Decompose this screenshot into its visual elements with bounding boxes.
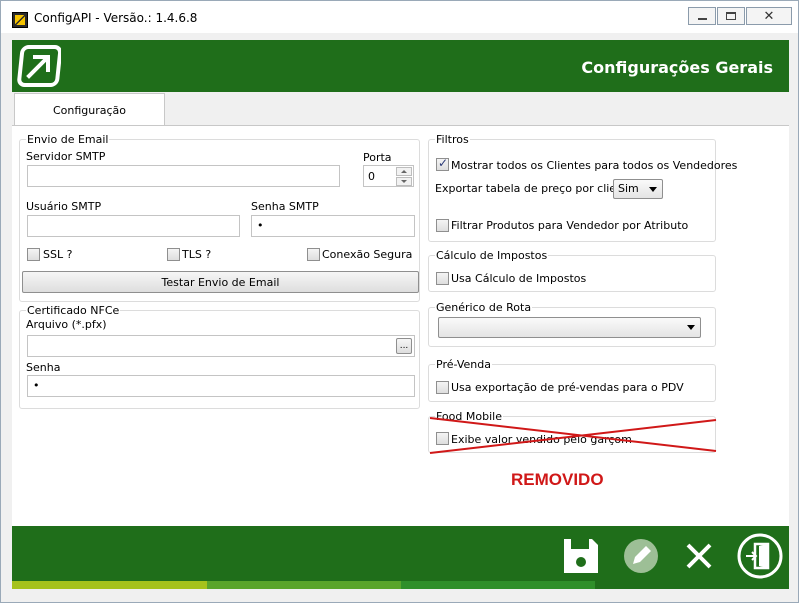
port-label: Porta	[363, 151, 392, 164]
edit-icon[interactable]	[618, 533, 664, 579]
removed-annotation: REMOVIDO	[511, 470, 604, 489]
close-icon: ✕	[763, 8, 775, 24]
ssl-checkbox[interactable]	[27, 248, 40, 261]
filter-products-label: Filtrar Produtos para Vendedor por Atrib…	[451, 219, 689, 232]
removed-cross-mark	[429, 417, 717, 454]
certificate-file-input[interactable]	[27, 335, 415, 357]
certificate-password-input[interactable]: •	[27, 375, 415, 397]
taxes-group-title: Cálculo de Impostos	[435, 249, 549, 262]
close-x-icon[interactable]	[676, 533, 722, 579]
certificate-file-label: Arquivo (*.pfx)	[26, 318, 107, 331]
presale-export-label: Usa exportação de pré-vendas para o PDV	[451, 381, 684, 394]
smtp-user-label: Usuário SMTP	[26, 200, 102, 213]
port-value: 0	[368, 170, 375, 183]
export-price-value: Sim	[618, 182, 639, 195]
presale-group-title: Pré-Venda	[435, 358, 492, 371]
footer-stripe-1	[12, 581, 207, 589]
window-title: ConfigAPI - Versão.: 1.4.6.8	[34, 11, 198, 25]
route-select[interactable]	[438, 317, 701, 338]
tab-content: Envio de Email Servidor SMTP Porta 0 Usu…	[12, 125, 789, 526]
header-banner: Configurações Gerais	[12, 40, 789, 92]
window-controls: ✕	[687, 7, 792, 25]
port-up-button[interactable]	[396, 167, 412, 176]
secure-connection-label: Conexão Segura	[322, 248, 413, 261]
title-bar: ConfigAPI - Versão.: 1.4.6.8 ✕	[1, 1, 798, 33]
tab-configuracao[interactable]: Configuração	[14, 93, 165, 126]
tab-bar: Configuração	[12, 92, 789, 126]
nfce-group-title: Certificado NFCe	[26, 304, 121, 317]
arrow-box-logo-icon	[17, 45, 61, 87]
footer-stripe-3	[401, 581, 595, 589]
email-group-title: Envio de Email	[26, 133, 110, 146]
ssl-label: SSL ?	[43, 248, 73, 261]
filter-products-checkbox[interactable]	[436, 219, 449, 232]
save-icon[interactable]	[558, 533, 604, 579]
footer-stripe-2	[207, 581, 401, 589]
chevron-down-icon	[649, 187, 657, 192]
show-all-clients-checkbox[interactable]	[436, 156, 449, 171]
route-group-title: Genérico de Rota	[435, 301, 533, 314]
footer-toolbar	[12, 526, 789, 589]
smtp-server-input[interactable]	[27, 165, 340, 187]
test-email-button[interactable]: Testar Envio de Email	[22, 271, 419, 293]
minimize-icon	[689, 8, 715, 24]
certificate-password-label: Senha	[26, 361, 61, 374]
tls-label: TLS ?	[182, 248, 212, 261]
secure-connection-checkbox[interactable]	[307, 248, 320, 261]
smtp-user-input[interactable]	[27, 215, 240, 237]
show-all-clients-label: Mostrar todos os Clientes para todos os …	[451, 159, 738, 172]
tax-calc-checkbox[interactable]	[436, 272, 449, 285]
footer-stripe-4	[595, 581, 789, 589]
maximize-icon	[718, 8, 744, 24]
smtp-server-label: Servidor SMTP	[26, 150, 106, 163]
chevron-down-icon	[687, 325, 695, 330]
smtp-password-label: Senha SMTP	[251, 200, 319, 213]
footer-color-stripes	[12, 581, 789, 589]
filters-group-title: Filtros	[435, 133, 470, 146]
smtp-password-input[interactable]: •	[251, 215, 415, 237]
presale-export-checkbox[interactable]	[436, 381, 449, 394]
export-price-select[interactable]: Sim	[613, 179, 663, 199]
exit-door-icon[interactable]	[736, 532, 784, 580]
port-down-button[interactable]	[396, 177, 412, 186]
port-stepper[interactable]: 0	[363, 165, 414, 187]
app-window: ConfigAPI - Versão.: 1.4.6.8 ✕ Configura…	[0, 0, 799, 603]
close-window-button[interactable]: ✕	[746, 7, 792, 25]
browse-file-button[interactable]: ...	[396, 338, 412, 354]
maximize-button[interactable]	[717, 7, 745, 25]
tls-checkbox[interactable]	[167, 248, 180, 261]
page-title: Configurações Gerais	[581, 58, 773, 77]
tax-calc-label: Usa Cálculo de Impostos	[451, 272, 587, 285]
export-price-label: Exportar tabela de preço por cliente	[435, 182, 635, 195]
app-icon	[12, 12, 28, 28]
minimize-button[interactable]	[688, 7, 716, 25]
